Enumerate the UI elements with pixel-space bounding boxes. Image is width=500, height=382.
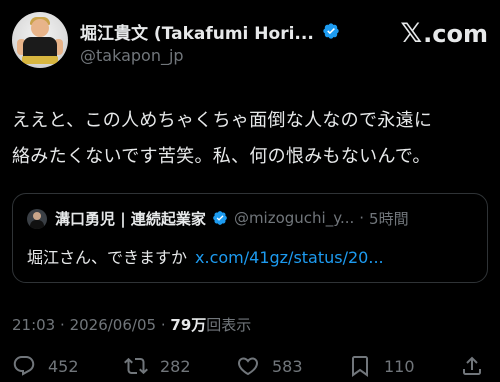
heart-icon	[237, 357, 259, 376]
action-bar: 452 282 583 110	[12, 350, 488, 380]
x-logo-icon: 𝕏	[400, 18, 423, 49]
verified-badge-icon	[323, 23, 339, 39]
quoted-verified-badge-icon	[213, 211, 227, 225]
avatar-head	[31, 19, 49, 37]
bookmark-button[interactable]: 110	[348, 354, 415, 378]
retweet-button[interactable]: 282	[124, 354, 191, 378]
quoted-author-name: 溝口勇児 | 連続起業家	[55, 209, 206, 228]
reply-button[interactable]: 452	[12, 354, 79, 378]
quoted-author-handle: @mizoguchi_y...	[233, 209, 355, 227]
quoted-author-avatar	[27, 209, 47, 229]
avatar-banner	[22, 56, 58, 64]
quoted-avatar-head	[33, 212, 41, 220]
like-button[interactable]: 583	[236, 354, 303, 378]
view-count-label: 回表示	[206, 316, 252, 334]
bookmark-icon	[352, 356, 368, 377]
quoted-tweet-link[interactable]: x.com/41gz/status/20...	[195, 248, 384, 267]
quoted-separator: ·	[359, 209, 365, 227]
x-logo-suffix: .com	[423, 20, 488, 48]
share-icon	[463, 356, 481, 375]
view-count: 79万	[170, 316, 207, 334]
meta-separator: ·	[60, 316, 65, 334]
tweet-header: 堀江貴文 (Takafumi Hori... @takapon_jp 𝕏 .co…	[12, 12, 488, 68]
author-handle[interactable]: @takapon_jp	[80, 46, 184, 65]
reply-count: 452	[48, 356, 79, 376]
tweet-text-line-2: 絡みたくないです苦笑。私、何の恨みもないんで。	[12, 146, 431, 167]
tweet-text-line-1: ええと、この人めちゃくちゃ面倒な人なので永遠に	[12, 110, 433, 131]
quoted-tweet-text: 堀江さん、できますか x.com/41gz/status/20...	[27, 244, 384, 268]
quoted-tweet-body: 堀江さん、できますか	[27, 248, 188, 267]
reply-icon	[13, 356, 35, 376]
bookmark-count: 110	[384, 356, 415, 376]
author-display-name[interactable]: 堀江貴文 (Takafumi Hori...	[80, 19, 314, 44]
tweet-meta: 21:03 · 2026/06/05 · 79万回表示	[12, 314, 251, 335]
retweet-count: 282	[160, 356, 191, 376]
meta-separator-2: ·	[160, 316, 166, 334]
quoted-timestamp[interactable]: 5時間	[369, 208, 409, 229]
tweet-date[interactable]: 2026/06/05	[70, 316, 156, 334]
like-count: 583	[272, 356, 303, 376]
x-logo: 𝕏 .com	[400, 18, 488, 49]
quoted-tweet-card[interactable]: 溝口勇児 | 連続起業家 @mizoguchi_y... · 5時間 堀江さん、…	[12, 193, 488, 283]
share-button[interactable]	[460, 354, 484, 378]
quoted-avatar-body	[30, 220, 44, 229]
retweet-icon	[124, 357, 148, 375]
tweet-text: ええと、この人めちゃくちゃ面倒な人なので永遠に 絡みたくないです苦笑。私、何の恨…	[12, 103, 490, 175]
author-name-row: 堀江貴文 (Takafumi Hori...	[80, 19, 340, 44]
tweet-time[interactable]: 21:03	[12, 316, 55, 334]
quoted-author-row: 溝口勇児 | 連続起業家 @mizoguchi_y... · 5時間	[55, 207, 409, 229]
author-avatar[interactable]	[12, 12, 68, 68]
